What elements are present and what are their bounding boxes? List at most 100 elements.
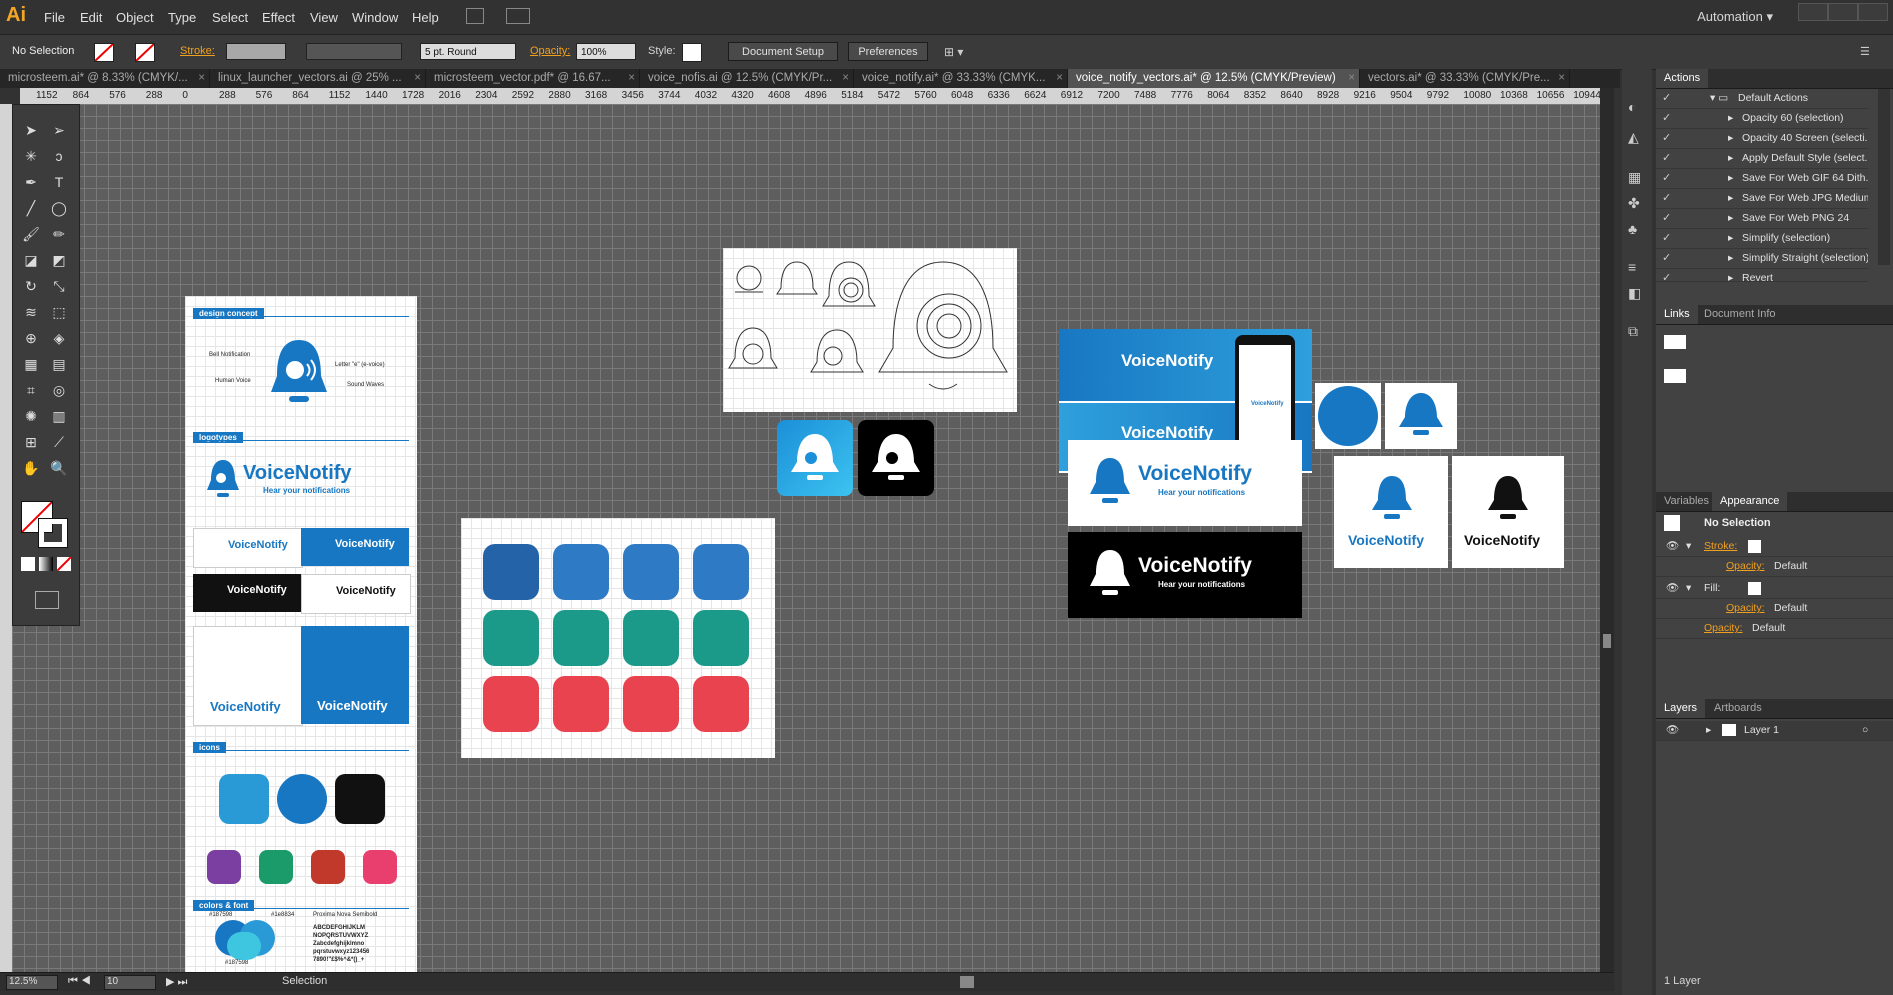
expand-icon[interactable]: ▸ <box>1728 189 1733 208</box>
stroke-color-swatch[interactable] <box>38 518 68 548</box>
stroke-label[interactable]: Stroke: <box>180 45 215 57</box>
stroke-weight-field[interactable] <box>226 43 286 60</box>
opacity-label[interactable]: Opacity: <box>530 45 570 57</box>
zoom-tool-icon[interactable]: 🔍 <box>47 457 71 479</box>
layer-name[interactable]: Layer 1 <box>1744 721 1779 740</box>
check-icon[interactable]: ✓ <box>1662 89 1671 108</box>
tab-actions[interactable]: Actions <box>1656 69 1709 88</box>
tab-appearance[interactable]: Appearance <box>1712 492 1788 511</box>
expand-icon[interactable]: ▾ <box>1686 579 1691 598</box>
artboard-stacked-black[interactable]: VoiceNotify <box>1452 456 1564 568</box>
symbols-icon[interactable]: ✤ <box>1628 195 1640 212</box>
canvas[interactable]: design concept Bell Notification Letter … <box>12 104 1600 972</box>
color-mode-icon[interactable] <box>21 557 35 571</box>
vertical-scrollbar[interactable] <box>1600 88 1614 972</box>
stroke-panel-icon[interactable]: ≡ <box>1628 259 1636 275</box>
vertical-ruler[interactable] <box>0 104 12 974</box>
free-transform-tool-icon[interactable]: ⬚ <box>47 301 71 323</box>
horizontal-ruler[interactable]: 1152 864 576 288 0 288 576 864 1152 1440 1728 2016 2… <box>20 88 1600 104</box>
scale-tool-icon[interactable]: ⤡ <box>47 275 71 297</box>
action-item[interactable]: ✓ ▸ Save For Web GIF 64 Dith... <box>1656 169 1868 189</box>
graph-tool-icon[interactable]: ▥ <box>47 405 71 427</box>
artboard-number-field[interactable]: 10 <box>104 975 156 990</box>
tab-layers[interactable]: Layers <box>1656 699 1706 718</box>
lasso-tool-icon[interactable]: ↄ <box>47 145 71 167</box>
symbol-sprayer-tool-icon[interactable]: ✺ <box>19 405 43 427</box>
expand-icon[interactable]: ▸ <box>1728 169 1733 188</box>
check-icon[interactable]: ✓ <box>1662 249 1671 268</box>
action-item[interactable]: ✓ ▸ Save For Web JPG Medium <box>1656 189 1868 209</box>
check-icon[interactable]: ✓ <box>1662 189 1671 208</box>
tab-variables[interactable]: Variables <box>1656 492 1717 511</box>
action-set-default[interactable]: ✓ ▾ ▭ Default Actions <box>1656 89 1868 109</box>
eraser-tool-icon[interactable]: ◩ <box>47 249 71 271</box>
tab-microsteem[interactable]: microsteem.ai* @ 8.33% (CMYK/... × <box>0 69 210 88</box>
tab-voice-nofis[interactable]: voice_nofis.ai @ 12.5% (CMYK/Pr... × <box>640 69 854 88</box>
color-guide-icon[interactable]: ◐ <box>1628 99 1636 115</box>
arrange-documents-icon[interactable] <box>506 8 530 24</box>
shape-builder-tool-icon[interactable]: ⊕ <box>19 327 43 349</box>
expand-icon[interactable]: ▸ <box>1728 129 1733 148</box>
artboard-sketches[interactable] <box>723 248 1017 412</box>
expand-icon[interactable]: ▸ <box>1728 269 1733 281</box>
menu-help[interactable]: Help <box>412 10 439 25</box>
close-icon[interactable]: × <box>414 69 421 88</box>
close-icon[interactable]: × <box>628 69 635 88</box>
horizontal-scroll-thumb[interactable] <box>960 976 974 988</box>
stroke-swatch[interactable] <box>135 43 155 62</box>
action-item[interactable]: ✓ ▸ Revert <box>1656 269 1868 282</box>
opacity-label[interactable]: Opacity: <box>1704 619 1743 638</box>
menu-window[interactable]: Window <box>352 10 398 25</box>
expand-icon[interactable]: ▸ <box>1706 721 1711 740</box>
action-item[interactable]: ✓ ▸ Simplify (selection) <box>1656 229 1868 249</box>
menu-type[interactable]: Type <box>168 10 196 25</box>
action-item[interactable]: ✓ ▸ Opacity 60 (selection) <box>1656 109 1868 129</box>
mesh-tool-icon[interactable]: ▦ <box>19 353 43 375</box>
fill-none-swatch[interactable] <box>1748 582 1761 595</box>
visibility-eye-icon[interactable]: 👁 <box>1666 537 1679 556</box>
tab-voice-notify-vectors[interactable]: voice_notify_vectors.ai* @ 12.5% (CMYK/P… <box>1068 69 1360 88</box>
artboard-logo-white[interactable]: VoiceNotify Hear your notifications <box>1068 440 1302 526</box>
tab-microsteem-vector[interactable]: microsteem_vector.pdf* @ 16.67... × <box>426 69 640 88</box>
check-icon[interactable]: ✓ <box>1662 109 1671 128</box>
artboard-icon-grid[interactable] <box>461 518 775 758</box>
visibility-eye-icon[interactable]: 👁 <box>1666 721 1679 740</box>
close-icon[interactable]: × <box>1558 69 1565 88</box>
next-artboard-button[interactable]: ▶ ⏭ <box>166 975 187 989</box>
tab-links[interactable]: Links <box>1656 305 1698 324</box>
ellipse-tool-icon[interactable]: ◯ <box>47 197 71 219</box>
pencil-tool-icon[interactable]: ✏ <box>47 223 71 245</box>
expand-icon[interactable]: ▸ <box>1728 149 1733 168</box>
link-thumbnail[interactable] <box>1664 335 1686 349</box>
brushes-icon[interactable]: ◭ <box>1628 129 1639 146</box>
screen-mode-icon[interactable] <box>35 591 59 609</box>
warp-tool-icon[interactable]: ≋ <box>19 301 43 323</box>
tab-artboards[interactable]: Artboards <box>1706 699 1770 718</box>
appearance-stroke-label[interactable]: Stroke: <box>1704 537 1737 556</box>
slice-tool-icon[interactable]: ⟋ <box>47 431 71 453</box>
tab-document-info[interactable]: Document Info <box>1696 305 1784 324</box>
artboard-circle-icon[interactable] <box>1315 383 1381 449</box>
first-artboard-button[interactable]: ⏮ ◀ <box>68 975 91 988</box>
appearance-opacity-row[interactable]: Opacity: Default <box>1656 619 1893 639</box>
clubs-icon[interactable]: ♣ <box>1628 221 1637 237</box>
layer-row[interactable]: 👁 ▸ Layer 1 ○ <box>1656 721 1893 741</box>
artboard-logo-black[interactable]: VoiceNotify Hear your notifications <box>1068 532 1302 618</box>
workspace-switcher[interactable]: Automation ▾ <box>1697 9 1773 25</box>
close-button[interactable] <box>1858 3 1888 21</box>
link-thumbnail[interactable] <box>1664 369 1686 383</box>
check-icon[interactable]: ✓ <box>1662 169 1671 188</box>
fill-swatch[interactable] <box>94 43 114 62</box>
brush-field[interactable]: 5 pt. Round <box>420 43 516 60</box>
rotate-tool-icon[interactable]: ↻ <box>19 275 43 297</box>
blend-tool-icon[interactable]: ◎ <box>47 379 71 401</box>
appearance-opacity-row[interactable]: Opacity: Default <box>1656 599 1893 619</box>
tab-linux-launcher[interactable]: linux_launcher_vectors.ai @ 25% ... × <box>210 69 426 88</box>
none-mode-icon[interactable] <box>56 556 72 572</box>
tab-voice-notify[interactable]: voice_notify.ai* @ 33.33% (CMYK... × <box>854 69 1068 88</box>
panel-menu-icon[interactable]: ☰ <box>1860 45 1870 58</box>
action-item[interactable]: ✓ ▸ Apply Default Style (select... <box>1656 149 1868 169</box>
magic-wand-tool-icon[interactable]: ✳ <box>19 145 43 167</box>
direct-selection-tool-icon[interactable]: ➢ <box>47 119 71 141</box>
document-setup-button[interactable]: Document Setup <box>728 42 838 61</box>
